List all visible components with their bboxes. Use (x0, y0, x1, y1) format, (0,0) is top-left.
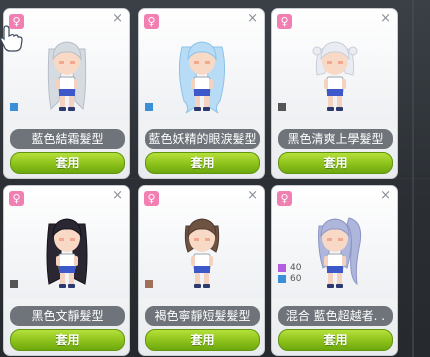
close-icon[interactable]: × (380, 12, 391, 26)
female-icon: ♀ (277, 14, 292, 29)
hair-style-name: 藍色妖精的眼淚髮型 (145, 129, 260, 149)
hair-style-name: 褐色寧靜短髮髮型 (145, 306, 260, 326)
close-icon[interactable]: × (112, 12, 123, 26)
hair-color-swatch (145, 103, 153, 111)
close-icon[interactable]: × (247, 189, 258, 203)
hair-style-name: 混合 藍色超越者. . (278, 306, 393, 326)
character-hair-preview (318, 217, 362, 288)
hand-pointer-icon (0, 25, 23, 52)
hair-color-swatch (10, 103, 18, 111)
apply-button[interactable]: 套用 (10, 329, 125, 351)
hair-style-name: 黑色文靜髮型 (10, 306, 125, 326)
hair-color-swatch (145, 280, 153, 288)
apply-button[interactable]: 套用 (278, 329, 393, 351)
female-icon: ♀ (9, 191, 24, 206)
hair-style-name: 藍色結霜髮型 (10, 129, 125, 149)
close-icon[interactable]: × (380, 189, 391, 203)
female-icon: ♀ (144, 14, 159, 29)
apply-button[interactable]: 套用 (278, 152, 393, 174)
character-hair-preview (46, 218, 88, 288)
hair-coupon-card: ♀ × 褐色寧靜短髮髮型 套用 (138, 185, 265, 356)
hair-coupon-card: ♀ × 藍色妖精的眼淚髮型 套用 (138, 8, 265, 179)
mix-ratio-value: 40 (290, 263, 302, 273)
hair-coupon-card: ♀ × 40 60 混合 藍色超越者. . 套用 (271, 185, 398, 356)
character-hair-preview (178, 41, 226, 114)
hair-color-swatch (10, 280, 18, 288)
hair-color-swatch (278, 103, 286, 111)
mix-ratio-value: 60 (290, 274, 302, 284)
hair-coupon-card: ♀ × 黑色文靜髮型 套用 (3, 185, 130, 356)
close-icon[interactable]: × (247, 12, 258, 26)
female-icon: ♀ (144, 191, 159, 206)
hair-coupon-card: ♀ × 黑色清爽上學髮型 套用 (271, 8, 398, 179)
character-hair-preview (312, 41, 358, 111)
female-icon: ♀ (277, 191, 292, 206)
apply-button[interactable]: 套用 (145, 329, 260, 351)
apply-button[interactable]: 套用 (10, 152, 125, 174)
close-icon[interactable]: × (112, 189, 123, 203)
apply-button[interactable]: 套用 (145, 152, 260, 174)
hair-color-swatch (278, 264, 286, 272)
character-hair-preview (47, 41, 87, 111)
hair-color-swatch (278, 275, 286, 283)
character-hair-preview (184, 218, 220, 288)
hair-style-name: 黑色清爽上學髮型 (278, 129, 393, 149)
